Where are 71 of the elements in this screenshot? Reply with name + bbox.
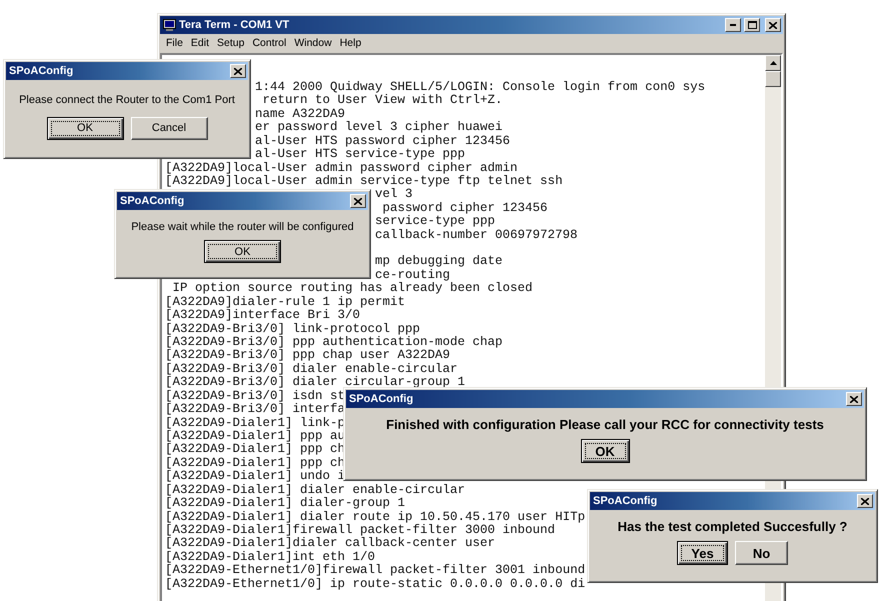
terminal-line: al-User HTS password cipher 123456 (255, 134, 510, 148)
terminal-line: [A322DA9-Ethernet1/0] ip route-static 0.0.0.0 0.0.0.0 di (165, 578, 586, 592)
dialog-message: Has the test completed Succesfully ? (618, 519, 848, 534)
minimize-icon (730, 24, 736, 26)
terminal-line: [A322DA9-Dialer1]int eth 1/0 (165, 550, 376, 564)
terminal-line: [A322DA9-Bri3/0] dialer enable-circular (165, 362, 458, 376)
window-title: Tera Term - COM1 VT (179, 19, 290, 31)
terminal-line: [A322DA9-Bri3/0] ppp authentication-mode chap (165, 336, 503, 350)
terminal-line: [A322DA9-Dialer1] dialer enable-circular (165, 484, 466, 497)
terminal-line: [A322DA9-Dialer1] dialer-group 1 (165, 497, 406, 510)
dialog-button[interactable]: OK (204, 240, 281, 263)
terminal-line: [A322DA9-Bri3/0] isdn st (165, 390, 346, 403)
dialog-message: Please connect the Router to the Com1 Port (19, 94, 235, 106)
terminal-line: ce-routing (375, 268, 450, 282)
dialog-title: SPoAConfig (9, 65, 74, 77)
terminal-line: [A322DA9-Bri3/0] dialer circular-group 1 (165, 376, 466, 390)
terminal-line: name A322DA9 (255, 108, 346, 121)
close-button[interactable] (857, 494, 873, 508)
terminal-line: service-type ppp (375, 215, 496, 229)
scroll-thumb[interactable] (765, 71, 781, 87)
close-icon (234, 68, 242, 74)
terminal-line: [A322DA9-Bri3/0] interfa (165, 403, 346, 417)
terminal-line: [A322DA9-Bri3/0] link-protocol ppp (165, 322, 420, 336)
terminal-line: [A322DA9-Ethernet1/0]firewall packet-filter 3001 inbound (165, 564, 586, 578)
menu-item[interactable]: Control (248, 37, 290, 49)
terminal-line: [A322DA9-Dialer1]firewall packet-filter 3000 inbound (165, 524, 556, 537)
terminal-line: 1:44 2000 Quidway SHELL/5/LOGIN: Console login from con0 sys (255, 81, 706, 94)
terminal-line: vel 3 (375, 188, 413, 202)
terminal-line: [A322DA9]local-User admin service-type ftp telnet ssh (165, 174, 563, 188)
close-button[interactable] (765, 18, 781, 32)
dialog-button[interactable]: OK (580, 439, 630, 463)
terminal-line: [A322DA9]interface Bri 3/0 (165, 309, 360, 323)
terminal-line: al-User HTS service-type ppp (255, 148, 466, 162)
dialog-button[interactable]: OK (46, 116, 124, 140)
terminal-line: [A322DA9]dialer-rule 1 ip permit (165, 296, 406, 309)
terminal-line: password cipher 123456 (382, 202, 548, 215)
maximize-button[interactable] (744, 18, 760, 32)
up-arrow-icon (770, 61, 776, 65)
maximize-icon (748, 21, 756, 29)
close-icon (354, 198, 362, 204)
terminal-line: [A322DA9]local-User admin password cipher admin (165, 162, 518, 175)
dialog-button[interactable]: Yes (677, 541, 728, 565)
terminal-line: return to User View with Ctrl+Z. (262, 94, 503, 108)
dialog-message: Finished with configuration Please call your RCC for connectivity tests (386, 417, 824, 432)
dialog-title: SPoAConfig (349, 393, 414, 405)
close-button[interactable] (230, 64, 246, 78)
terminal-line: [A322DA9-Dialer1] dialer route ip 10.50.45.170 user HITp (165, 510, 586, 524)
terminal-line: mp debugging date (375, 255, 503, 269)
menu-item[interactable]: Edit (186, 37, 214, 49)
close-button[interactable] (350, 194, 366, 208)
dialog-title: SPoAConfig (593, 495, 658, 507)
close-icon (861, 498, 869, 504)
scroll-up-button[interactable] (765, 55, 781, 71)
close-button[interactable] (846, 392, 862, 406)
close-icon (850, 396, 858, 402)
menu-item[interactable]: File (162, 37, 187, 49)
dialog-message: Please wait while the router will be configured (131, 221, 354, 233)
minimize-button[interactable] (725, 18, 741, 32)
terminal-line: er password level 3 cipher huawei (255, 121, 503, 135)
dialog-button[interactable]: Cancel (130, 116, 208, 140)
menu-item[interactable]: Help (336, 37, 366, 49)
dialog-title: SPoAConfig (120, 195, 186, 207)
close-icon (769, 22, 777, 28)
menu-item[interactable]: Window (290, 37, 336, 49)
terminal-icon (163, 19, 176, 31)
terminal-line: IP option source routing has already been closed (172, 282, 533, 296)
dialog-button[interactable]: No (735, 541, 788, 565)
terminal-line: [A322DA9-Dialer1]dialer callback-center user (165, 537, 496, 551)
terminal-line: callback-number 00697972798 (375, 228, 578, 242)
menu-item[interactable]: Setup (213, 37, 248, 49)
terminal-line: [A322DA9-Bri3/0] ppp chap user A322DA9 (165, 349, 450, 363)
